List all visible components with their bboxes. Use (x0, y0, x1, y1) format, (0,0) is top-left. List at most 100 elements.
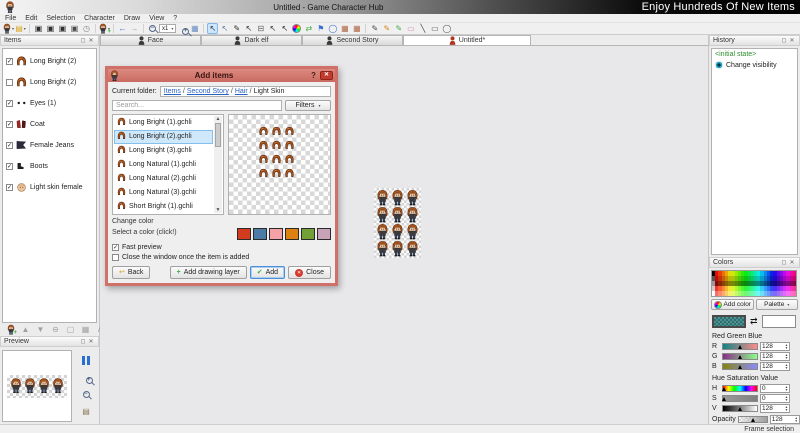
filters-dropdown[interactable]: Filters▾ (285, 100, 331, 111)
select-tool[interactable]: ↖ (207, 23, 218, 34)
item-eyes-1[interactable]: ✓Eyes (1) (6, 97, 93, 109)
fast-preview-checkbox[interactable]: ✓ Fast preview (112, 244, 331, 251)
color-swatch-5[interactable] (317, 228, 331, 240)
opacity-slider[interactable] (738, 416, 768, 423)
zoom-level-select[interactable]: x1▾ (159, 23, 176, 34)
add-button[interactable]: ✔ Add (250, 266, 285, 279)
rectangle-tool[interactable]: ▭ (429, 23, 440, 34)
g-spinbox[interactable]: 128▲▼ (760, 352, 790, 361)
color-swatch-4[interactable] (301, 228, 315, 240)
character-menu-button[interactable]: ▾ (3, 23, 14, 34)
help-icon[interactable]: ? (309, 71, 318, 80)
save-all-icon[interactable]: ▣ (57, 23, 68, 34)
file-item-long-natural-3-gchli[interactable]: Long Natural (3).gchli (114, 185, 213, 199)
breadcrumb-second-story[interactable]: Second Story (187, 88, 229, 95)
spinbox-arrows-icon[interactable]: ▲▼ (785, 406, 788, 411)
file-item-long-bright-1-gchli[interactable]: Long Bright (1).gchli (114, 116, 213, 130)
slider-handle[interactable] (738, 407, 742, 411)
add-drawing-layer-button[interactable]: + Add drawing layer (170, 266, 247, 279)
palette-cell[interactable] (793, 291, 796, 296)
dialog-title-bar[interactable]: Add items ? ✕ (108, 69, 335, 82)
ellipse-select-tool[interactable]: ◯ (327, 23, 338, 34)
v-slider[interactable] (722, 405, 758, 412)
slider-handle[interactable] (722, 397, 726, 401)
tile-merge-button[interactable]: ▦ (351, 23, 362, 34)
remove-item-button[interactable]: ⊖ (50, 324, 61, 335)
file-item-long-bright-2-gchli[interactable]: Long Bright (2).gchli (114, 130, 213, 144)
h-spinbox[interactable]: 0▲▼ (760, 384, 790, 393)
move-item-down-button[interactable]: ▼ (35, 324, 46, 335)
tab-untitled[interactable]: Untitled* (403, 35, 531, 45)
item-coat[interactable]: ✓Coat (6, 118, 93, 130)
float-panel-icon[interactable]: ◻ (780, 37, 788, 44)
color-swatch-0[interactable] (237, 228, 251, 240)
color-swatch-2[interactable] (269, 228, 283, 240)
add-color-button[interactable]: Add color (711, 299, 754, 310)
tab-second-story[interactable]: Second Story (302, 35, 403, 45)
item-female-jeans[interactable]: ✓Female Jeans (6, 139, 93, 151)
menu-character[interactable]: Character (84, 15, 115, 22)
pen-tool-dark[interactable]: ✎ (231, 23, 242, 34)
h-slider[interactable] (722, 385, 758, 392)
spinbox-arrows-icon[interactable]: ▲▼ (785, 344, 788, 349)
visibility-checkbox[interactable]: ✓ (6, 121, 13, 128)
s-slider[interactable] (722, 395, 758, 402)
duplicate-item-button[interactable]: ▢ (65, 324, 76, 335)
primary-color-swatch[interactable] (712, 315, 746, 328)
color-wheel-button[interactable] (291, 23, 302, 34)
spinbox-arrows-icon[interactable]: ▲▼ (785, 354, 788, 359)
float-panel-icon[interactable]: ◻ (79, 37, 87, 44)
export-icon[interactable]: ▣ (69, 23, 80, 34)
save-icon[interactable]: ▣ (33, 23, 44, 34)
visibility-checkbox[interactable] (6, 79, 13, 86)
preview-export-button[interactable]: ▤ (81, 406, 92, 417)
pen-green-tool[interactable]: ✎ (393, 23, 404, 34)
color-swatch-1[interactable] (253, 228, 267, 240)
spinbox-arrows-icon[interactable]: ▲▼ (795, 417, 798, 422)
visibility-checkbox[interactable]: ✓ (6, 58, 13, 65)
replace-color-button[interactable]: ⇄ (303, 23, 314, 34)
tab-dark-elf[interactable]: Dark elf (201, 35, 302, 45)
slider-handle[interactable] (738, 365, 742, 369)
generate-character-button[interactable]: +▾ (99, 23, 110, 34)
slider-handle[interactable] (751, 418, 755, 422)
eraser-tool[interactable]: ▭ (405, 23, 416, 34)
item-light-skin-female[interactable]: ✓Light skin female (6, 181, 93, 193)
character-spritesheet[interactable] (374, 188, 421, 258)
color-swatch-3[interactable] (285, 228, 299, 240)
history-clock-icon[interactable]: ◷ (81, 23, 92, 34)
opacity-spinbox[interactable]: 128▲▼ (770, 415, 800, 424)
pencil-tool[interactable]: ✎ (369, 23, 380, 34)
s-spinbox[interactable]: 0▲▼ (760, 394, 790, 403)
close-on-add-checkbox[interactable]: Close the window once the item is added (112, 254, 331, 261)
search-input[interactable] (112, 100, 282, 111)
item-long-bright-2[interactable]: Long Bright (2) (6, 76, 93, 88)
history-entry-change-visibility[interactable]: Change visibility (715, 60, 794, 70)
float-panel-icon[interactable]: ◻ (780, 259, 788, 266)
merge-items-button[interactable]: ▦ (80, 324, 91, 335)
close-panel-icon[interactable]: ✕ (87, 37, 95, 44)
b-spinbox[interactable]: 128▲▼ (760, 362, 790, 371)
undo-button[interactable]: ← (117, 23, 128, 34)
menu-edit[interactable]: Edit (25, 15, 37, 22)
b-slider[interactable] (722, 363, 758, 370)
float-panel-icon[interactable]: ◻ (79, 338, 87, 345)
visibility-checkbox[interactable]: ✓ (6, 100, 13, 107)
slider-handle[interactable] (722, 387, 726, 391)
v-spinbox[interactable]: 128▲▼ (760, 404, 790, 413)
deselect-tool[interactable]: ⊟ (255, 23, 266, 34)
item-long-bright-2[interactable]: ✓Long Bright (2) (6, 55, 93, 67)
zoom-in-button[interactable] (177, 23, 188, 34)
swap-colors-icon[interactable]: ⇄ (750, 316, 758, 327)
r-slider[interactable] (722, 343, 758, 350)
preview-zoom-in-button[interactable] (81, 372, 92, 383)
zoom-out-button[interactable] (147, 23, 158, 34)
close-panel-icon[interactable]: ✕ (87, 338, 95, 345)
select-layer-tool[interactable]: ↖ (279, 23, 290, 34)
pause-button[interactable] (81, 355, 92, 366)
menu-view[interactable]: View (149, 15, 164, 22)
spinbox-arrows-icon[interactable]: ▲▼ (785, 396, 788, 401)
preview-zoom-out-button[interactable] (81, 389, 92, 400)
file-item-long-bright-3-gchli[interactable]: Long Bright (3).gchli (114, 144, 213, 158)
menu-file[interactable]: File (5, 15, 16, 22)
